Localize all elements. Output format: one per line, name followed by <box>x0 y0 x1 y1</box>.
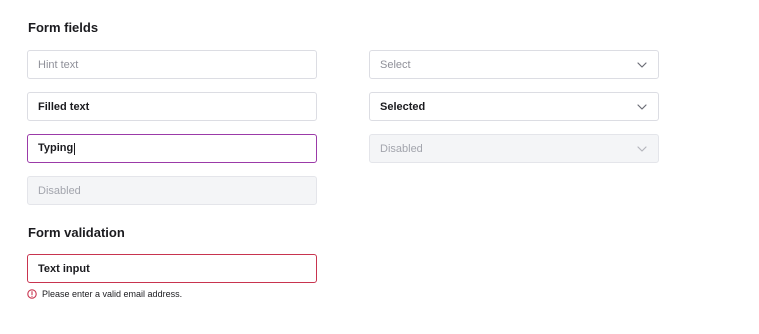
filled-text-value: Filled text <box>38 100 90 113</box>
text-caret <box>74 142 76 155</box>
disabled-dropdown: Disabled <box>369 134 659 163</box>
hint-text-input[interactable]: Hint text <box>27 50 317 79</box>
error-message-row: Please enter a valid email address. <box>27 289 182 299</box>
disabled-dropdown-text: Disabled <box>380 142 423 155</box>
email-text-input-error[interactable]: Text input <box>27 254 317 283</box>
selected-value-text: Selected <box>380 100 426 113</box>
error-message-text: Please enter a valid email address. <box>42 289 183 299</box>
select-placeholder-text: Select <box>380 58 411 71</box>
chevron-down-icon <box>636 143 648 155</box>
error-input-value: Text input <box>38 262 90 275</box>
disabled-text-value: Disabled <box>38 184 81 197</box>
typing-text-input[interactable]: Typing <box>27 134 317 163</box>
form-validation-title: Form validation <box>28 225 125 240</box>
typing-text-label: Typing <box>38 142 74 155</box>
typing-text-value: Typing <box>38 142 306 155</box>
alert-circle-icon <box>27 289 37 299</box>
chevron-down-icon <box>636 59 648 71</box>
disabled-text-input: Disabled <box>27 176 317 205</box>
selected-dropdown[interactable]: Selected <box>369 92 659 121</box>
hint-text-placeholder: Hint text <box>38 58 79 71</box>
select-dropdown[interactable]: Select <box>369 50 659 79</box>
filled-text-input[interactable]: Filled text <box>27 92 317 121</box>
chevron-down-icon <box>636 101 648 113</box>
form-fields-title: Form fields <box>28 20 99 35</box>
